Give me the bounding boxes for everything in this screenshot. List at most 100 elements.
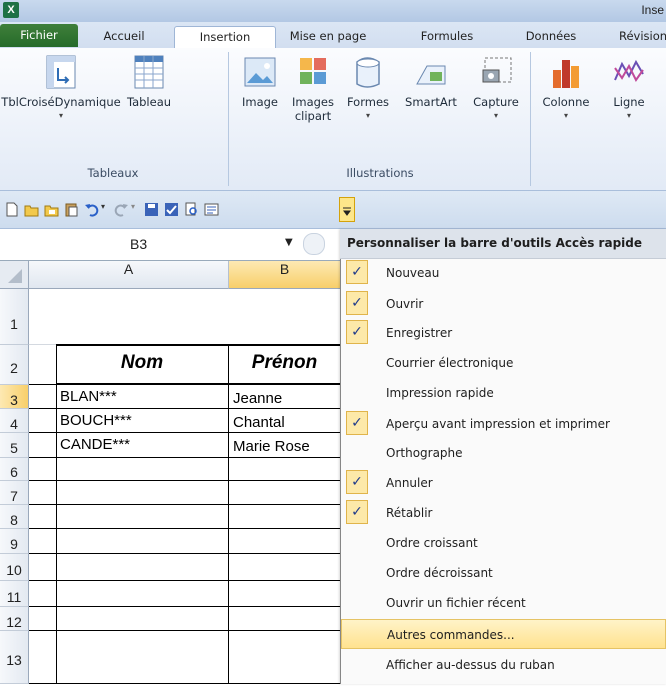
row-header-1[interactable]: 1 (0, 289, 29, 345)
smartart-button[interactable]: SmartArt (398, 54, 464, 109)
row-header-11[interactable]: 11 (0, 581, 29, 607)
tab-mise-en-page[interactable]: Mise en page (283, 26, 373, 47)
row-header-13[interactable]: 13 (0, 631, 29, 684)
undo-dropdown-icon[interactable]: ▾ (101, 202, 105, 211)
save-icon[interactable] (144, 202, 159, 217)
row-header-7[interactable]: 7 (0, 481, 29, 505)
window-title: Inse (641, 3, 664, 17)
tab-insertion[interactable]: Insertion (174, 26, 276, 48)
table-icon (134, 55, 164, 89)
column-chart-icon (553, 60, 579, 88)
capture-icon (482, 57, 512, 83)
menu-item-label: Ouvrir (386, 297, 424, 311)
shapes-button[interactable]: Formes ▾ (342, 54, 394, 123)
clipart-button[interactable]: Images clipart (288, 54, 338, 123)
print-preview-icon[interactable] (184, 202, 199, 217)
tab-formules[interactable]: Formules (412, 26, 482, 47)
customize-qat-button[interactable] (339, 197, 355, 222)
pivot-table-button[interactable]: TblCroiséDynamique ▾ (0, 54, 122, 123)
menu-item-label: Orthographe (386, 446, 463, 460)
undo-icon[interactable] (84, 202, 99, 217)
cell-b4[interactable]: Chantal (230, 414, 341, 431)
tab-revision[interactable]: Révision (608, 26, 666, 47)
row-header-2[interactable]: 2 (0, 345, 29, 385)
row-gridline (29, 480, 340, 481)
menu-item-rétablir[interactable]: ✓ Rétablir (341, 498, 666, 528)
customize-arrow-icon (343, 207, 351, 216)
menu-item-label: Nouveau (386, 266, 440, 280)
checkmark-icon: ✓ (346, 320, 368, 344)
image-button[interactable]: Image (238, 54, 282, 109)
open-folder-icon[interactable] (24, 202, 39, 217)
row-gridline (29, 580, 340, 581)
select-all-corner[interactable] (0, 261, 29, 289)
row-header-8[interactable]: 8 (0, 505, 29, 529)
header-cell-nom[interactable]: Nom (57, 352, 227, 374)
menu-item-afficher-au-dessus-du-ruban[interactable]: Afficher au-dessus du ruban (341, 650, 666, 680)
menu-title: Personnaliser la barre d'outils Accès ra… (347, 236, 643, 250)
column-chart-button[interactable]: Colonne ▾ (534, 54, 598, 123)
new-document-icon[interactable] (4, 202, 19, 217)
redo-dropdown-icon[interactable]: ▾ (131, 202, 135, 211)
capture-button[interactable]: Capture ▾ (466, 54, 526, 123)
row-header-6[interactable]: 6 (0, 458, 29, 481)
header-cell-prenom[interactable]: Prénon (229, 352, 340, 374)
menu-item-label: Enregistrer (386, 326, 453, 340)
name-box-value: B3 (130, 236, 148, 252)
cell-a5[interactable]: CANDE*** (57, 436, 228, 453)
shapes-label: Formes (346, 95, 390, 109)
menu-item-courrier-électronique[interactable]: Courrier électronique (341, 348, 666, 378)
tab-accueil[interactable]: Accueil (94, 26, 154, 47)
group-separator (228, 52, 229, 186)
menu-item-orthographe[interactable]: Orthographe (341, 438, 666, 468)
cell-a3[interactable]: BLAN*** (57, 388, 228, 405)
pivot-table-icon (46, 55, 76, 89)
header-border (56, 383, 340, 387)
tab-donnees[interactable]: Données (516, 26, 586, 47)
row-header-3[interactable]: 3 (0, 385, 29, 409)
row-header-4[interactable]: 4 (0, 409, 29, 433)
worksheet-grid[interactable] (0, 261, 340, 684)
chevron-down-icon: ▾ (563, 111, 568, 120)
title-bar (0, 0, 666, 22)
table-button[interactable]: Tableau (122, 54, 176, 109)
cell-b3[interactable]: Jeanne (230, 390, 341, 407)
smartart-icon (416, 65, 446, 85)
row-header-12[interactable]: 12 (0, 607, 29, 631)
checkmark-icon: ✓ (346, 260, 368, 284)
clipart-label-2: clipart (294, 109, 332, 123)
quick-access-toolbar: ▾ ▾ (0, 191, 666, 229)
menu-item-ouvrir[interactable]: ✓ Ouvrir (341, 289, 666, 319)
clipart-icon (300, 58, 326, 84)
form-icon[interactable] (204, 202, 219, 217)
col-gridline (228, 345, 229, 684)
smartart-label: SmartArt (405, 95, 457, 109)
name-box-dropdown-icon[interactable]: ▼ (285, 237, 293, 248)
cell-b5[interactable]: Marie Rose (230, 438, 341, 455)
menu-item-nouveau[interactable]: ✓ Nouveau (341, 258, 666, 288)
open-recent-folder-icon[interactable] (44, 202, 59, 217)
paste-icon[interactable] (64, 202, 79, 217)
cell-a4[interactable]: BOUCH*** (57, 412, 228, 429)
menu-item-aperçu-avant-impression-et-imprimer[interactable]: ✓ Aperçu avant impression et imprimer (341, 409, 666, 439)
menu-item-annuler[interactable]: ✓ Annuler (341, 468, 666, 498)
row-header-9[interactable]: 9 (0, 529, 29, 554)
menu-item-ordre-croissant[interactable]: Ordre croissant (341, 528, 666, 558)
menu-item-autres-commandes[interactable]: Autres commandes... (341, 619, 666, 649)
line-chart-button[interactable]: Ligne ▾ (604, 54, 654, 123)
checkmark-icon: ✓ (346, 500, 368, 524)
excel-app-icon[interactable]: X (3, 2, 19, 18)
column-header-b[interactable]: B (229, 261, 341, 289)
menu-item-ordre-décroissant[interactable]: Ordre décroissant (341, 558, 666, 588)
row-header-10[interactable]: 10 (0, 554, 29, 581)
menu-item-label: Impression rapide (386, 386, 494, 400)
row-header-5[interactable]: 5 (0, 433, 29, 458)
menu-item-ouvrir-un-fichier-récent[interactable]: Ouvrir un fichier récent (341, 588, 666, 618)
redo-icon[interactable] (114, 202, 129, 217)
menu-item-enregistrer[interactable]: ✓ Enregistrer (341, 318, 666, 348)
spell-check-icon[interactable] (164, 202, 179, 217)
tab-fichier[interactable]: Fichier (0, 24, 78, 47)
image-icon (244, 57, 276, 87)
column-header-a[interactable]: A (29, 261, 229, 289)
menu-item-impression-rapide[interactable]: Impression rapide (341, 378, 666, 408)
